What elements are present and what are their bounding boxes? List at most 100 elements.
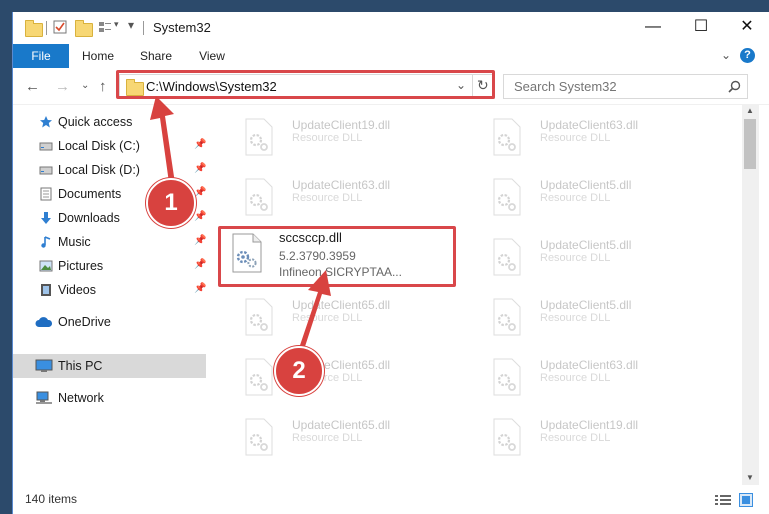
tab-view[interactable]: View: [189, 44, 235, 68]
file-type: Resource DLL: [540, 132, 611, 144]
dll-file-icon: [245, 298, 273, 336]
item-count: 140 items: [25, 492, 78, 506]
file-type: Resource DLL: [540, 252, 611, 264]
file-name: UpdateClient19.dll: [292, 118, 391, 132]
highlight-box-address: [116, 70, 495, 99]
file-tile[interactable]: UpdateClient63.dll Resource DLL: [232, 170, 462, 226]
separator: [46, 21, 47, 35]
properties-icon[interactable]: [53, 20, 67, 34]
music-icon: [41, 236, 51, 248]
drive-icon: [39, 166, 53, 175]
file-name: UpdateClient63.dll: [292, 178, 391, 192]
pin-icon[interactable]: 📌: [194, 211, 206, 222]
chevron-down-icon[interactable]: ▾: [114, 19, 119, 30]
help-icon[interactable]: ?: [740, 48, 755, 63]
dll-file-icon: [493, 358, 521, 396]
nav-this-pc[interactable]: This PC: [13, 354, 206, 378]
dll-file-icon: [245, 418, 273, 456]
window-title: System32: [153, 20, 211, 35]
star-icon: [40, 116, 52, 128]
documents-icon: [40, 187, 52, 201]
file-tile[interactable]: UpdateClient65.dll Resource DLL: [232, 410, 462, 466]
file-version: 5.2.3790.3959: [279, 249, 356, 263]
back-button[interactable]: ←: [25, 78, 40, 95]
nav-videos[interactable]: Videos 📌: [13, 278, 206, 302]
minimize-button[interactable]: —: [630, 12, 676, 42]
network-icon: [36, 391, 52, 404]
maximize-button[interactable]: ☐: [678, 12, 724, 42]
dll-file-icon: [493, 238, 521, 276]
up-button[interactable]: ↑: [99, 78, 107, 95]
search-box[interactable]: [503, 74, 748, 99]
dll-file-icon: [245, 118, 273, 156]
nav-label: Videos: [58, 283, 96, 297]
file-tile[interactable]: UpdateClient5.dll Resource DLL: [480, 290, 710, 346]
vertical-scrollbar[interactable]: ▲ ▼: [742, 105, 759, 485]
nav-label: OneDrive: [58, 315, 111, 329]
customize-toolbar-icon[interactable]: [98, 20, 112, 34]
pin-icon[interactable]: 📌: [194, 139, 206, 150]
file-type: Resource DLL: [540, 432, 611, 444]
dll-file-icon: [232, 233, 262, 273]
file-name: sccsccp.dll: [279, 230, 342, 245]
file-tile[interactable]: UpdateClient65.dll Resource DLL: [232, 290, 462, 346]
file-type: Resource DLL: [292, 312, 363, 324]
download-icon: [41, 212, 51, 224]
dll-file-icon: [493, 298, 521, 336]
file-name: UpdateClient5.dll: [540, 238, 632, 252]
pin-icon[interactable]: 📌: [194, 235, 206, 246]
file-type: Resource DLL: [540, 312, 611, 324]
dll-file-icon: [245, 358, 273, 396]
dll-file-icon: [245, 178, 273, 216]
large-icons-view-icon[interactable]: [739, 493, 753, 507]
file-tile[interactable]: UpdateClient5.dll Resource DLL: [480, 230, 710, 286]
forward-button[interactable]: →: [55, 78, 70, 95]
close-button[interactable]: ✕: [724, 12, 769, 42]
new-folder-icon[interactable]: [75, 20, 93, 37]
file-tile[interactable]: UpdateClient63.dll Resource DLL: [480, 110, 710, 166]
separator: [143, 21, 144, 35]
file-tile-sccsccp[interactable]: sccsccp.dll 5.2.3790.3959 Infineon SICRY…: [219, 227, 454, 285]
pin-icon[interactable]: 📌: [194, 163, 206, 174]
scroll-up-icon[interactable]: ▲: [746, 106, 754, 115]
pictures-icon: [39, 260, 53, 272]
nav-quick-access[interactable]: Quick access: [13, 110, 206, 134]
pin-icon[interactable]: 📌: [194, 187, 206, 198]
file-tile[interactable]: UpdateClient65.dll Resource DLL: [232, 350, 462, 406]
file-type: Resource DLL: [540, 192, 611, 204]
title-bar: ▾ ▾ System32 — ☐ ✕: [13, 12, 769, 44]
nav-label: Quick access: [58, 115, 133, 129]
file-tile[interactable]: UpdateClient19.dll Resource DLL: [480, 410, 710, 466]
step-badge-2: 2: [274, 346, 324, 396]
pin-icon[interactable]: 📌: [194, 283, 206, 294]
details-view-icon[interactable]: [715, 494, 731, 506]
file-type: Resource DLL: [292, 132, 363, 144]
scrollbar-thumb[interactable]: [744, 119, 756, 169]
search-input[interactable]: [512, 78, 716, 95]
videos-icon: [41, 284, 51, 296]
nav-music[interactable]: Music 📌: [13, 230, 206, 254]
nav-onedrive[interactable]: OneDrive: [13, 310, 206, 334]
nav-label: Downloads: [58, 211, 120, 225]
file-list: UpdateClient19.dll Resource DLL UpdateClie…: [220, 105, 742, 485]
dll-file-icon: [493, 418, 521, 456]
tab-share[interactable]: Share: [133, 44, 179, 68]
step-badge-1: 1: [146, 178, 196, 228]
scroll-down-icon[interactable]: ▼: [746, 473, 754, 482]
file-tile[interactable]: UpdateClient5.dll Resource DLL: [480, 170, 710, 226]
tab-file[interactable]: File: [13, 44, 69, 68]
pin-icon[interactable]: 📌: [194, 259, 206, 270]
search-icon[interactable]: [728, 80, 741, 93]
file-name: UpdateClient5.dll: [540, 178, 632, 192]
file-tile[interactable]: UpdateClient63.dll Resource DLL: [480, 350, 710, 406]
recent-locations-icon[interactable]: ⌄: [81, 80, 89, 91]
nav-network[interactable]: Network: [13, 386, 206, 410]
folder-icon[interactable]: [25, 20, 43, 37]
nav-local-disk-c[interactable]: Local Disk (C:) 📌: [13, 134, 206, 158]
file-tile[interactable]: UpdateClient19.dll Resource DLL: [232, 110, 462, 166]
dropdown-icon[interactable]: ▾: [128, 18, 134, 32]
ribbon-expand-icon[interactable]: ⌄: [721, 48, 731, 62]
status-bar: 140 items: [13, 485, 769, 514]
nav-pictures[interactable]: Pictures 📌: [13, 254, 206, 278]
tab-home[interactable]: Home: [75, 44, 121, 68]
